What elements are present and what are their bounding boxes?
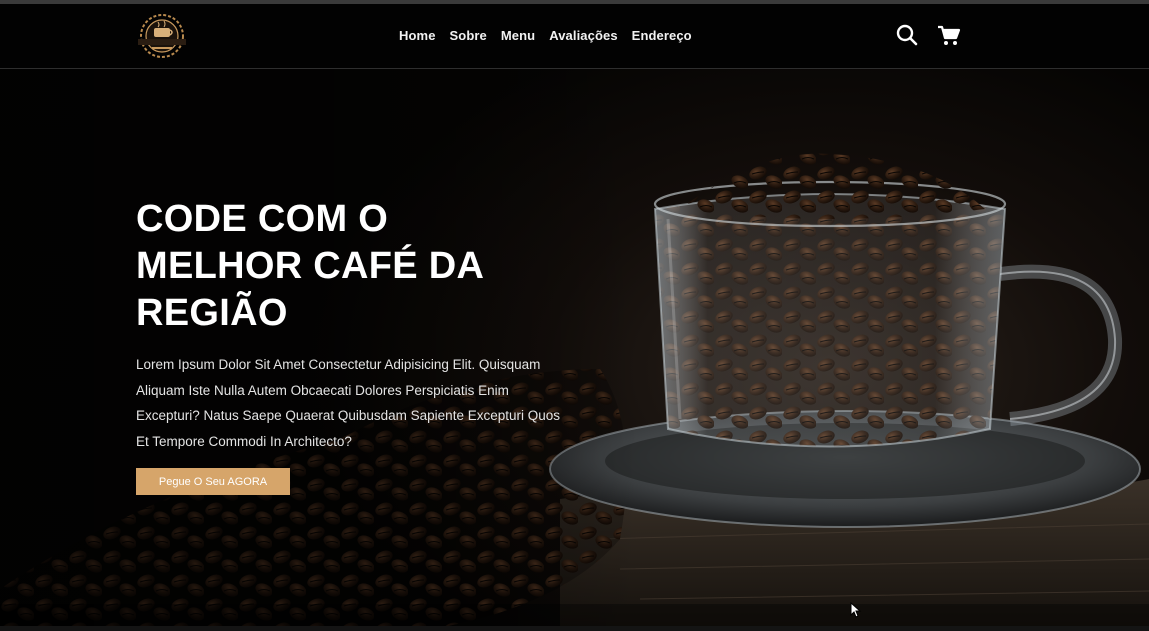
main-nav: Home Sobre Menu Avaliações Endereço (392, 24, 699, 48)
nav-endereco[interactable]: Endereço (625, 24, 699, 48)
site-header: Home Sobre Menu Avaliações Endereço (0, 4, 1149, 69)
nav-avaliacoes[interactable]: Avaliações (542, 24, 624, 48)
cafe-logo[interactable] (134, 12, 190, 60)
nav-sobre[interactable]: Sobre (443, 24, 494, 48)
hero-headline: CODE COM O MELHOR CAFÉ DA REGIÃO (136, 198, 483, 334)
nav-menu[interactable]: Menu (494, 24, 542, 48)
mouse-cursor-icon (850, 602, 862, 618)
hero-paragraph: Lorem Ipsum Dolor Sit Amet Consectetur A… (136, 357, 560, 449)
search-icon[interactable] (894, 22, 920, 48)
cta-button[interactable]: Pegue O Seu AGORA (136, 468, 290, 495)
header-icons (894, 22, 962, 48)
hero-overlay (0, 69, 640, 631)
nav-home[interactable]: Home (392, 24, 443, 48)
page: Home Sobre Menu Avaliações Endereço CODE… (0, 0, 1149, 631)
window-bottom-edge (0, 626, 1149, 631)
hero-section: CODE COM O MELHOR CAFÉ DA REGIÃO Lorem I… (0, 69, 1149, 631)
cart-icon[interactable] (936, 22, 962, 48)
